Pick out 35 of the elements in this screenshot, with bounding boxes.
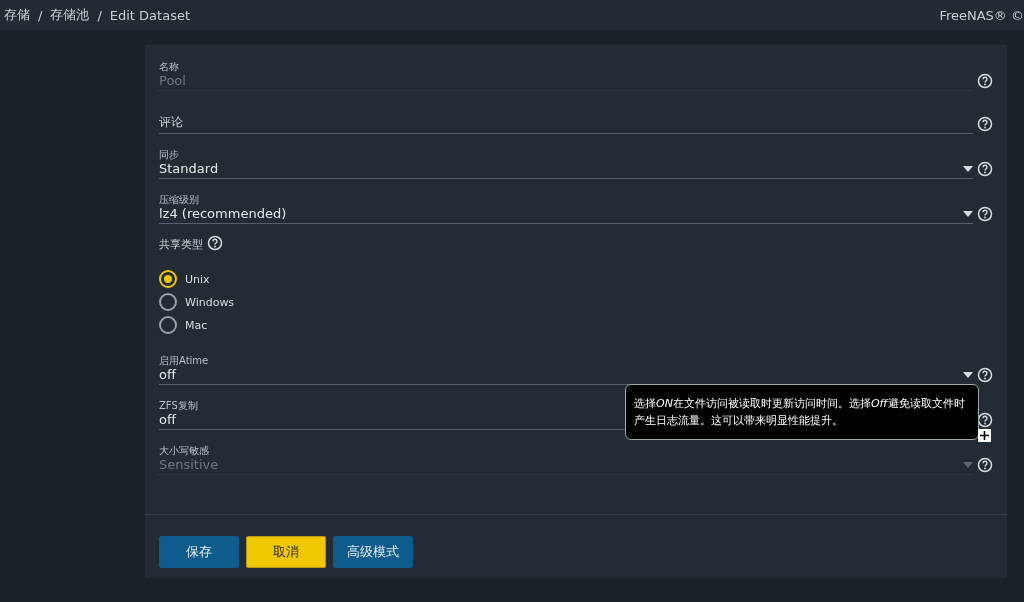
radio-button[interactable] [159,293,177,311]
caret-icon [963,461,973,468]
help-icon[interactable] [207,235,223,251]
radio-button[interactable] [159,270,177,288]
input-field[interactable]: 评论 [159,114,973,134]
caret-icon [963,165,973,172]
help-icon[interactable] [977,206,993,222]
help-icon[interactable] [977,116,993,132]
help-icon[interactable] [977,73,993,89]
caret-icon [963,371,973,378]
input-field: 名称 Pool [159,60,973,91]
breadcrumb-item[interactable]: 存储 [4,6,30,24]
action-button[interactable]: 保存 [159,536,239,568]
plus-icon[interactable] [978,429,991,442]
brand-text: FreeNAS® © [939,7,1024,23]
breadcrumb-item[interactable]: 存储池 [50,6,90,24]
select-field[interactable]: 同步 Standard [159,148,973,179]
breadcrumb-item: Edit Dataset [109,7,190,23]
help-icon[interactable] [977,457,993,473]
radio-label[interactable]: Windows [185,295,235,309]
field-label: 共享类型 [159,236,203,252]
tooltip: 选择ON在文件访问被读取时更新访问时间。选择Off避免读取文件时产生日志流量。这可以带来明显性能提升。 [625,384,979,440]
breadcrumb-separator: / [38,7,43,23]
radio-button[interactable] [159,316,177,334]
radio-label[interactable]: Unix [185,272,210,286]
help-icon[interactable] [977,367,993,383]
help-icon[interactable] [977,412,993,428]
select-field[interactable]: 压缩级别 lz4 (recommended) [159,193,973,224]
radio-label[interactable]: Mac [185,318,208,332]
cancel-button[interactable]: 取消 [246,536,326,568]
caret-icon [963,210,973,217]
action-button[interactable]: 高级模式 [333,536,413,568]
help-icon[interactable] [977,161,993,177]
select-field: 大小写敏感 Sensitive [159,444,973,475]
breadcrumb-separator: / [97,7,102,23]
